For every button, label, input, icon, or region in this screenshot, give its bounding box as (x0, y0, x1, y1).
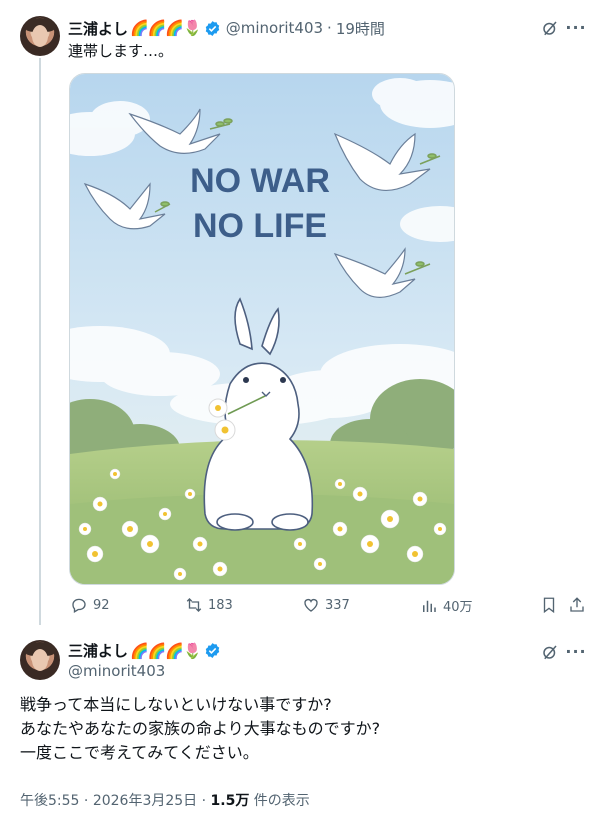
reply-count: 92 (93, 597, 110, 613)
grok-icon[interactable] (540, 642, 560, 662)
repost-button[interactable]: 183 (185, 596, 233, 614)
reply-icon (72, 598, 86, 613)
verified-badge-icon (205, 643, 219, 658)
bookmark-icon (543, 597, 555, 614)
separator: · (327, 19, 332, 37)
views-count: 1.5万 (210, 793, 250, 809)
post-text: 連帯します…。 (68, 42, 174, 60)
more-icon[interactable]: ··· (565, 642, 586, 662)
post-line: あなたやあなたの家族の命より大事なものですか? (20, 719, 381, 738)
reply-button[interactable]: 92 (70, 596, 110, 614)
author-name[interactable]: 三浦よし (68, 640, 128, 661)
post-line: 戦争って本当にしないといけない事ですか? (20, 695, 332, 714)
like-icon (304, 598, 318, 612)
thread-line (39, 58, 41, 625)
name-emojis: 🌈🌈🌈🌷 (130, 641, 202, 660)
repost-count: 183 (208, 597, 233, 613)
views-count: 40万 (443, 600, 473, 615)
like-button[interactable]: 337 (302, 596, 350, 614)
post-line: 一度ここで考えてみてください。 (20, 743, 259, 762)
post-date[interactable]: 2026年3月25日 (93, 793, 197, 809)
post-time[interactable]: 19時間 (336, 18, 385, 39)
views-icon (423, 600, 436, 612)
like-count: 337 (325, 597, 350, 613)
post-body: 戦争って本当にしないといけない事ですか? あなたやあなたの家族の命より大事なもの… (20, 693, 580, 765)
post-header: 三浦よし 🌈🌈🌈🌷 @minorit403 · 19時間 (68, 17, 385, 39)
share-icon (570, 597, 584, 612)
avatar[interactable] (20, 16, 60, 56)
avatar[interactable] (20, 640, 60, 680)
author-handle[interactable]: @minorit403 (226, 19, 323, 37)
post-meta: 午後5:55 · 2026年3月25日 · 1.5万 件の表示 (20, 790, 310, 810)
bookmark-button[interactable] (540, 596, 563, 614)
verified-badge-icon (205, 20, 219, 36)
separator: · (83, 793, 89, 809)
first-post[interactable]: 三浦よし 🌈🌈🌈🌷 @minorit403 · 19時間 ··· 連帯します…。 (0, 0, 603, 625)
author-name[interactable]: 三浦よし (68, 18, 128, 39)
separator: · (201, 793, 207, 809)
author-name-row: 三浦よし 🌈🌈🌈🌷 (68, 640, 226, 661)
repost-icon (186, 598, 202, 612)
more-icon[interactable]: ··· (565, 18, 586, 38)
share-button[interactable] (568, 596, 591, 614)
post-image[interactable]: NO WAR NO LIFE (69, 73, 455, 585)
post-actions: 92 183 337 40万 (70, 596, 590, 618)
grok-icon[interactable] (540, 18, 560, 38)
image-headline-line1: NO WAR (190, 162, 330, 200)
views-label: 件の表示 (253, 793, 310, 809)
author-handle[interactable]: @minorit403 (68, 662, 165, 680)
post-time[interactable]: 午後5:55 (20, 793, 79, 809)
name-emojis: 🌈🌈🌈🌷 (130, 19, 202, 37)
image-headline-line2: NO LIFE (193, 207, 327, 245)
views-button[interactable]: 40万 (420, 596, 473, 615)
focused-post: 三浦よし 🌈🌈🌈🌷 @minorit403 ··· 戦争って本当にしないといけな… (0, 625, 603, 820)
